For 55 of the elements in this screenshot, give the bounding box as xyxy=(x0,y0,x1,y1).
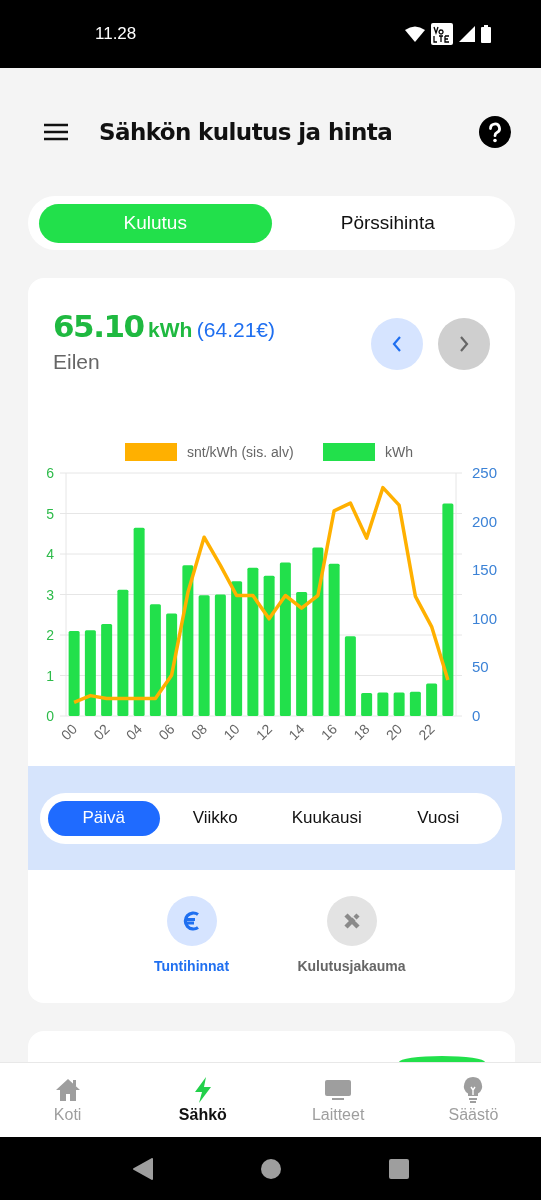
view-link[interactable]: Tuntihinnat xyxy=(153,958,230,974)
axis-label: 20 xyxy=(382,720,406,744)
axis-label: 2 xyxy=(46,627,54,643)
axis-label: 18 xyxy=(350,720,373,744)
volte-icon xyxy=(431,23,453,45)
chevron-left-icon xyxy=(392,335,402,353)
help-icon[interactable] xyxy=(479,116,511,148)
axis-label: 3 xyxy=(46,586,54,603)
axis-label: 50 xyxy=(472,658,489,676)
bar xyxy=(393,692,405,716)
axis-label: 10 xyxy=(220,720,243,744)
axis-label: 14 xyxy=(285,720,308,744)
axis-label: 5 xyxy=(46,505,54,522)
tab[interactable]: Vuosi xyxy=(382,800,494,836)
axis-label: 06 xyxy=(155,720,178,744)
wifi-icon xyxy=(405,26,425,42)
axis-label: 12 xyxy=(252,720,276,744)
bar xyxy=(426,683,438,716)
axis-label: 6 xyxy=(46,465,54,481)
axis-label: 4 xyxy=(46,546,54,562)
axis-label: 04 xyxy=(122,720,146,744)
bar xyxy=(361,692,373,716)
battery-icon xyxy=(481,25,491,43)
axis-label: 1 xyxy=(46,667,54,684)
tab[interactable]: Viikko xyxy=(159,800,271,836)
axis-label: 08 xyxy=(187,720,211,744)
axis-label: 00 xyxy=(57,720,81,744)
axis-label: 0 xyxy=(46,708,54,724)
bar xyxy=(409,691,421,716)
axis-label: 250 xyxy=(472,464,498,481)
home-icon[interactable] xyxy=(260,1158,281,1179)
axis-label: 100 xyxy=(472,609,498,627)
chevron-right-icon xyxy=(459,335,469,353)
nav-tab[interactable]: Sähkö xyxy=(135,1063,271,1137)
page-title: Sähkön kulutus ja hinta xyxy=(99,119,394,145)
status-time: 11.28 xyxy=(95,24,137,44)
bar xyxy=(377,692,389,716)
tab[interactable]: Kuukausi xyxy=(271,800,383,836)
legend-label: snt/kWh (sis. alv) xyxy=(187,444,294,460)
tab[interactable]: Pörssihinta xyxy=(271,203,504,243)
axis-label: 150 xyxy=(472,561,498,579)
tab[interactable]: Päivä xyxy=(48,800,160,836)
axis-label: 22 xyxy=(415,720,438,744)
recents-icon[interactable] xyxy=(388,1158,409,1179)
legend-label: kWh xyxy=(385,444,413,460)
view-link[interactable]: Kulutusjakauma xyxy=(297,958,406,974)
menu-icon[interactable] xyxy=(44,123,68,141)
back-icon[interactable] xyxy=(132,1157,153,1180)
axis-label: 16 xyxy=(317,720,341,744)
total-amount: 65.10 kWh (64.21€) xyxy=(53,308,276,344)
signal-icon xyxy=(459,26,475,42)
axis-label: 200 xyxy=(472,512,498,530)
axis-label: 0 xyxy=(472,707,481,724)
axis-label: 02 xyxy=(90,720,113,744)
period-label: Eilen xyxy=(53,350,101,374)
